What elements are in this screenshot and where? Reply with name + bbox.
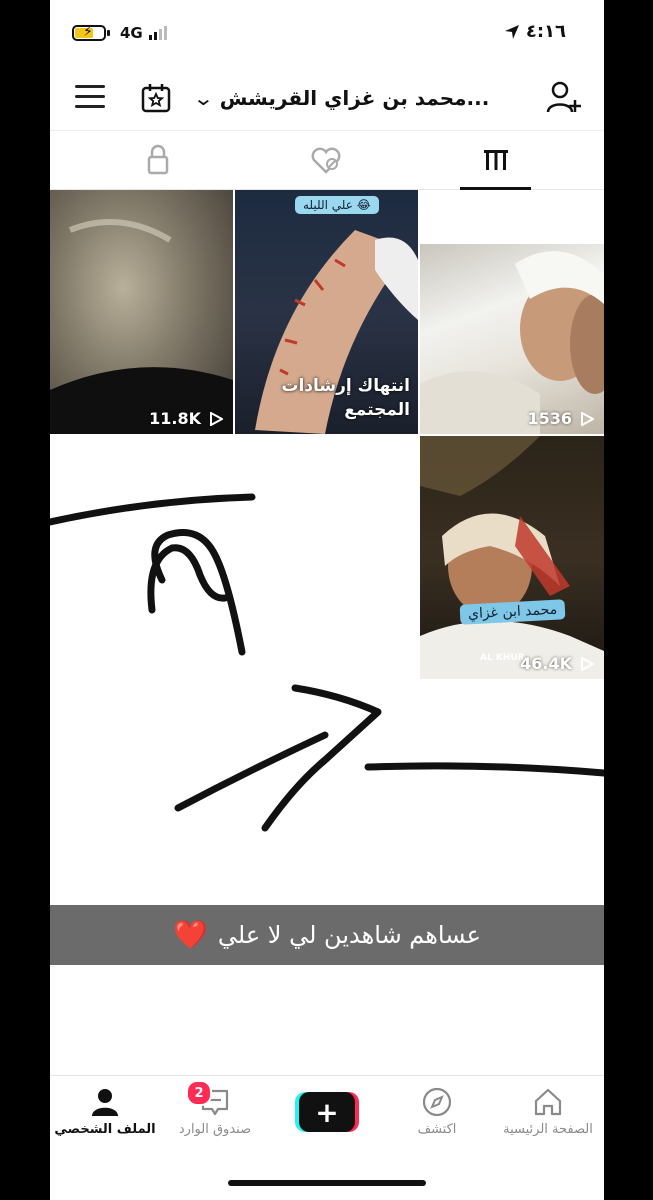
home-icon: [534, 1088, 562, 1116]
create-button[interactable]: +: [295, 1092, 359, 1132]
heart-emoji: ❤️: [173, 918, 208, 951]
nav-inbox[interactable]: صندوق الوارد: [160, 1086, 270, 1137]
profile-icon: [92, 1089, 118, 1116]
plus-icon: +: [299, 1092, 355, 1132]
nav-home[interactable]: الصفحة الرئيسية: [493, 1086, 603, 1137]
nav-discover[interactable]: اكتشف: [382, 1086, 492, 1137]
nav-inbox-label: صندوق الوارد: [178, 1122, 252, 1137]
hand-drawn-annotations: [50, 493, 604, 832]
compass-icon: [422, 1087, 452, 1117]
story-caption-text: عساهم شاهدين لي لا علي: [217, 921, 481, 949]
inbox-badge: 2: [186, 1080, 212, 1106]
story-caption-bar: ❤️ عساهم شاهدين لي لا علي: [50, 905, 604, 965]
home-indicator: [228, 1180, 426, 1186]
phone-screen: ⚡ 4G ٤:١٦ ⌄ محمد بن غزاي القريشش... 1536…: [50, 0, 604, 1200]
nav-home-label: الصفحة الرئيسية: [503, 1122, 593, 1137]
bottom-nav: الصفحة الرئيسية اكتشف + صندوق الوارد 2 ا…: [50, 1075, 604, 1156]
nav-profile-label: الملف الشخصي: [54, 1122, 156, 1137]
nav-profile[interactable]: الملف الشخصي: [50, 1086, 160, 1137]
nav-discover-label: اكتشف: [417, 1122, 457, 1137]
